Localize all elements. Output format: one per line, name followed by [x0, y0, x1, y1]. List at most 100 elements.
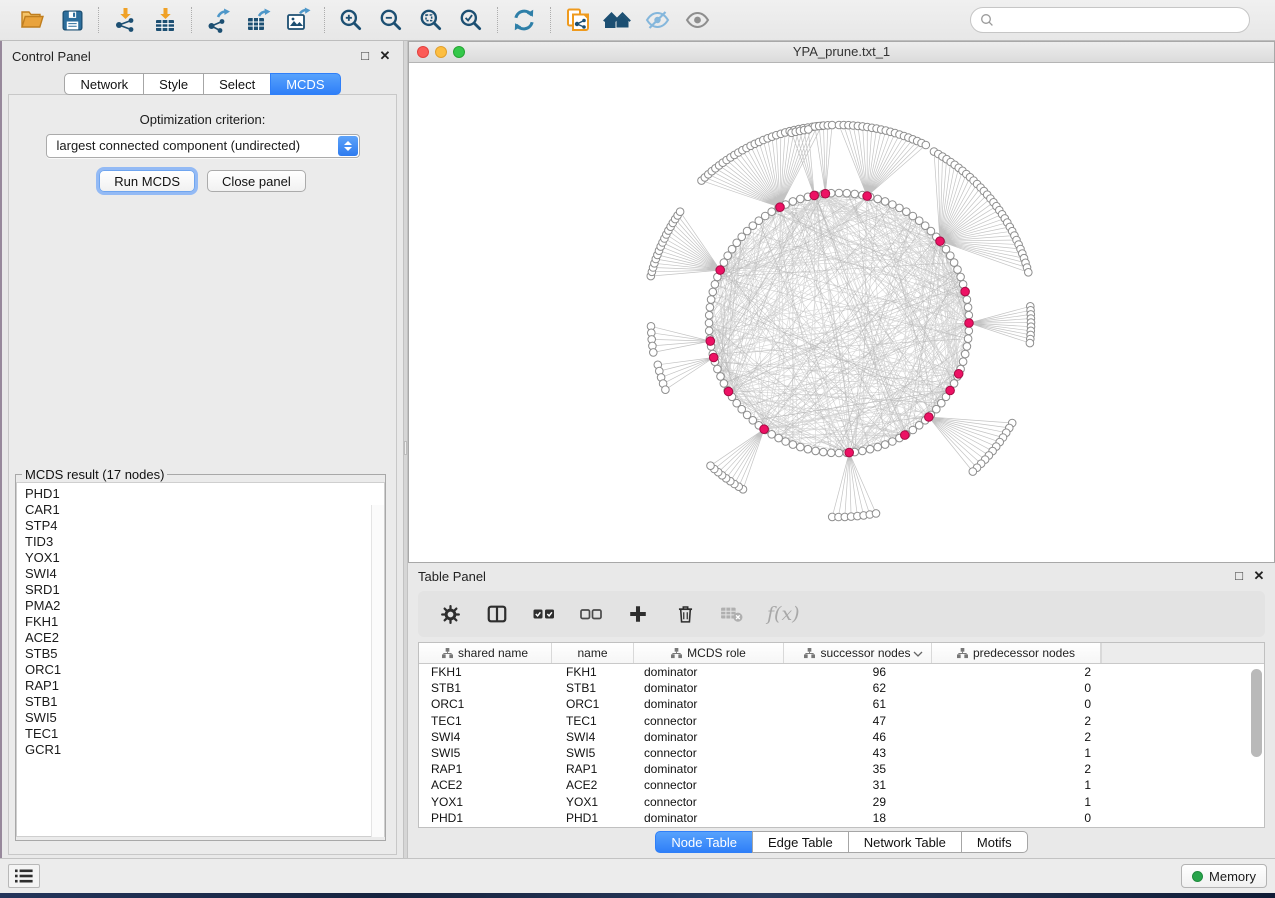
show-columns-icon[interactable]	[485, 602, 509, 626]
network-graph[interactable]	[409, 63, 1274, 562]
close-table-panel-icon[interactable]: ✕	[1251, 568, 1267, 584]
table-cell[interactable]: 1	[932, 777, 1101, 793]
add-row-icon[interactable]	[626, 602, 650, 626]
table-cell[interactable]: 96	[784, 664, 932, 680]
table-cell[interactable]: YOX1	[552, 794, 634, 810]
table-cell[interactable]: 18	[784, 810, 932, 826]
table-cell[interactable]: 2	[932, 729, 1101, 745]
table-cell[interactable]: 2	[932, 713, 1101, 729]
table-row[interactable]: ORC1ORC1dominator610	[419, 696, 1264, 712]
table-cell[interactable]: connector	[634, 713, 784, 729]
table-cell[interactable]: 62	[784, 680, 932, 696]
mcds-result-item[interactable]: CAR1	[17, 502, 384, 518]
mcds-result-item[interactable]: ACE2	[17, 630, 384, 646]
splitter-handle[interactable]	[404, 441, 407, 455]
table-cell[interactable]: YOX1	[419, 794, 552, 810]
deselect-all-columns-icon[interactable]	[579, 602, 603, 626]
tab-node-table[interactable]: Node Table	[655, 831, 753, 853]
column-header-successor-nodes[interactable]: successor nodes	[784, 643, 932, 663]
table-cell[interactable]: TEC1	[552, 713, 634, 729]
column-header-predecessor-nodes[interactable]: predecessor nodes	[932, 643, 1101, 663]
table-row[interactable]: TEC1TEC1connector472	[419, 713, 1264, 729]
table-cell[interactable]: SWI5	[552, 745, 634, 761]
delete-rows-icon[interactable]	[673, 602, 697, 626]
mcds-result-item[interactable]: STB5	[17, 646, 384, 662]
mcds-list-scrollbar[interactable]	[371, 505, 384, 837]
mcds-result-item[interactable]: PHD1	[17, 483, 384, 502]
mcds-result-item[interactable]: TEC1	[17, 726, 384, 742]
mcds-result-item[interactable]: SWI4	[17, 566, 384, 582]
duplicate-network-icon[interactable]	[557, 5, 597, 35]
task-history-button[interactable]	[8, 864, 40, 888]
tab-motifs[interactable]: Motifs	[961, 831, 1028, 853]
table-cell[interactable]: dominator	[634, 729, 784, 745]
window-minimize-icon[interactable]	[435, 46, 447, 58]
column-header-shared-name[interactable]: shared name	[419, 643, 552, 663]
table-cell[interactable]: RAP1	[552, 761, 634, 777]
table-cell[interactable]: SWI4	[552, 729, 634, 745]
table-cell[interactable]: 47	[784, 713, 932, 729]
zoom-in-icon[interactable]	[331, 5, 371, 35]
export-network-icon[interactable]	[198, 5, 238, 35]
table-scrollbar-thumb[interactable]	[1251, 669, 1262, 757]
mcds-result-item[interactable]: YOX1	[17, 550, 384, 566]
table-cell[interactable]: dominator	[634, 664, 784, 680]
first-neighbors-icon[interactable]	[597, 5, 637, 35]
column-header-name[interactable]: name	[552, 643, 634, 663]
table-row[interactable]: PHD1PHD1dominator180	[419, 810, 1264, 826]
table-cell[interactable]: 61	[784, 696, 932, 712]
tab-network-table[interactable]: Network Table	[848, 831, 962, 853]
zoom-out-icon[interactable]	[371, 5, 411, 35]
table-cell[interactable]: 46	[784, 729, 932, 745]
table-row[interactable]: RAP1RAP1dominator352	[419, 761, 1264, 777]
table-cell[interactable]: dominator	[634, 696, 784, 712]
sort-chevron-down-icon[interactable]	[913, 650, 923, 658]
tab-network[interactable]: Network	[64, 73, 144, 95]
search-input[interactable]	[970, 7, 1250, 33]
mcds-result-item[interactable]: RAP1	[17, 678, 384, 694]
close-panel-button[interactable]: Close panel	[207, 170, 306, 192]
mcds-result-item[interactable]: SRD1	[17, 582, 384, 598]
table-cell[interactable]: ACE2	[419, 777, 552, 793]
table-cell[interactable]: 2	[932, 761, 1101, 777]
mcds-result-item[interactable]: PMA2	[17, 598, 384, 614]
table-row[interactable]: FKH1FKH1dominator962	[419, 664, 1264, 680]
memory-button[interactable]: Memory	[1181, 864, 1267, 888]
window-maximize-icon[interactable]	[453, 46, 465, 58]
refresh-view-icon[interactable]	[504, 5, 544, 35]
export-table-icon[interactable]	[238, 5, 278, 35]
table-row[interactable]: SWI4SWI4dominator462	[419, 729, 1264, 745]
mcds-result-item[interactable]: ORC1	[17, 662, 384, 678]
table-cell[interactable]: STB1	[552, 680, 634, 696]
hide-selected-icon[interactable]	[637, 5, 677, 35]
table-cell[interactable]: connector	[634, 777, 784, 793]
table-cell[interactable]: 35	[784, 761, 932, 777]
table-cell[interactable]: SWI5	[419, 745, 552, 761]
table-options-gear-icon[interactable]	[438, 602, 462, 626]
column-header-mcds-role[interactable]: MCDS role	[634, 643, 784, 663]
table-cell[interactable]: 29	[784, 794, 932, 810]
table-cell[interactable]: 31	[784, 777, 932, 793]
tab-edge-table[interactable]: Edge Table	[752, 831, 849, 853]
table-cell[interactable]: ACE2	[552, 777, 634, 793]
table-cell[interactable]: RAP1	[419, 761, 552, 777]
table-cell[interactable]: dominator	[634, 680, 784, 696]
table-cell[interactable]: connector	[634, 745, 784, 761]
export-image-icon[interactable]	[278, 5, 318, 35]
criterion-dropdown[interactable]: largest connected component (undirected)	[46, 134, 360, 158]
run-mcds-button[interactable]: Run MCDS	[99, 170, 195, 192]
network-window-titlebar[interactable]: YPA_prune.txt_1	[409, 42, 1274, 63]
mcds-result-list[interactable]: PHD1CAR1STP4TID3YOX1SWI4SRD1PMA2FKH1ACE2…	[16, 482, 385, 837]
tab-style[interactable]: Style	[143, 73, 204, 95]
table-cell[interactable]: 43	[784, 745, 932, 761]
table-cell[interactable]: 1	[932, 794, 1101, 810]
table-cell[interactable]: 0	[932, 810, 1101, 826]
table-cell[interactable]: FKH1	[419, 664, 552, 680]
mcds-result-item[interactable]: SWI5	[17, 710, 384, 726]
table-row[interactable]: ACE2ACE2connector311	[419, 777, 1264, 793]
table-cell[interactable]: 2	[932, 664, 1101, 680]
import-table-icon[interactable]	[145, 5, 185, 35]
mcds-result-item[interactable]: GCR1	[17, 742, 384, 758]
zoom-selected-icon[interactable]	[451, 5, 491, 35]
table-cell[interactable]: FKH1	[552, 664, 634, 680]
